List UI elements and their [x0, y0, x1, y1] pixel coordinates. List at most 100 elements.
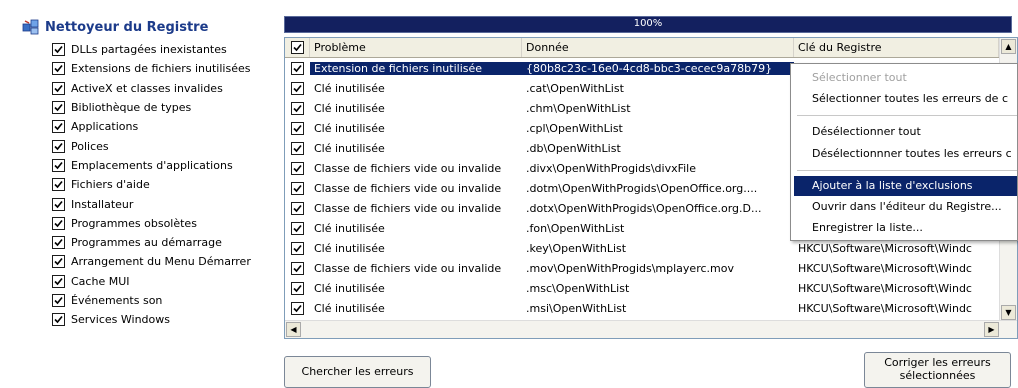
fix-errors-label-line2: sélectionnées: [899, 369, 976, 382]
cell-problem: Clé inutilisée: [314, 141, 385, 155]
table-row[interactable]: Clé inutilisée .msi\OpenWithList HKCU\Soft…: [285, 298, 1017, 318]
menu-item-add-exclusion[interactable]: Ajouter à la liste d'exclusions: [794, 176, 1017, 196]
select-all-header[interactable]: [285, 38, 310, 57]
category-item[interactable]: Installateur: [52, 194, 251, 213]
category-item[interactable]: Bibliothèque de types: [52, 98, 251, 117]
menu-item-save-list[interactable]: Enregistrer la liste...: [794, 218, 1017, 238]
category-checkbox[interactable]: [52, 158, 65, 172]
context-menu: Sélectionner tout Sélectionner toutes le…: [790, 63, 1018, 241]
category-item[interactable]: ActiveX et classes invalides: [52, 79, 251, 98]
category-checkbox[interactable]: [52, 101, 65, 115]
table-row[interactable]: Classe de fichiers vide ou invalide .mov\…: [285, 258, 1017, 278]
scroll-left-icon[interactable]: ◀: [286, 322, 301, 337]
row-checkbox[interactable]: [291, 81, 304, 95]
menu-item-deselect-all-errors[interactable]: Désélectionnner toutes les erreurs c: [794, 144, 1017, 164]
scroll-right-icon[interactable]: ▶: [984, 322, 999, 337]
row-checkbox[interactable]: [291, 181, 304, 195]
cell-problem: Clé inutilisée: [314, 121, 385, 135]
menu-item-select-all-errors[interactable]: Sélectionner toutes les erreurs de c: [794, 89, 1017, 109]
cell-data: .dotx\OpenWithProgids\OpenOffice.org.D..…: [526, 201, 762, 215]
category-checkbox[interactable]: [52, 43, 65, 57]
category-item[interactable]: Cache MUI: [52, 272, 251, 291]
category-item[interactable]: Arrangement du Menu Démarrer: [52, 252, 251, 271]
category-label: Arrangement du Menu Démarrer: [71, 255, 251, 269]
row-checkbox[interactable]: [291, 101, 304, 115]
category-label: Programmes obsolètes: [71, 216, 197, 230]
row-checkbox[interactable]: [291, 141, 304, 155]
column-header-data[interactable]: Donnée: [522, 38, 794, 57]
category-label: Bibliothèque de types: [71, 101, 192, 115]
cell-data: .divx\OpenWithProgids\divxFile: [526, 161, 696, 175]
row-checkbox[interactable]: [291, 221, 304, 235]
table-row[interactable]: Clé inutilisée .key\OpenWithList HKCU\Soft…: [285, 238, 1017, 258]
row-select-cell: [285, 301, 310, 315]
fix-errors-button[interactable]: Corriger les erreurs sélectionnées: [864, 352, 1011, 388]
scroll-down-icon[interactable]: ▼: [1001, 305, 1016, 320]
scan-errors-button[interactable]: Chercher les erreurs: [284, 356, 431, 388]
category-item[interactable]: Applications: [52, 117, 251, 136]
row-checkbox[interactable]: [291, 61, 304, 75]
row-checkbox[interactable]: [291, 301, 304, 315]
row-checkbox[interactable]: [291, 261, 304, 275]
row-select-cell: [285, 281, 310, 295]
category-item[interactable]: DLLs partagées inexistantes: [52, 40, 251, 59]
row-checkbox[interactable]: [291, 281, 304, 295]
fix-errors-label-line1: Corriger les erreurs: [884, 356, 991, 369]
category-item[interactable]: Polices: [52, 136, 251, 155]
row-select-cell: [285, 161, 310, 175]
category-checkbox[interactable]: [52, 62, 65, 76]
column-header-registry-key[interactable]: Clé du Registre: [794, 38, 999, 57]
category-item[interactable]: Programmes obsolètes: [52, 214, 251, 233]
menu-item-deselect-all[interactable]: Désélectionner tout: [794, 122, 1017, 142]
category-checkbox[interactable]: [52, 294, 65, 307]
category-checkbox[interactable]: [52, 313, 65, 327]
category-checkbox[interactable]: [52, 274, 65, 288]
category-checkbox[interactable]: [52, 216, 65, 230]
cell-registry-key: HKCU\Software\Microsoft\Windc: [798, 281, 972, 295]
row-select-cell: [285, 201, 310, 215]
category-label: DLLs partagées inexistantes: [71, 43, 227, 57]
table-row[interactable]: Clé inutilisée .msc\OpenWithList HKCU\Soft…: [285, 278, 1017, 298]
category-checkbox[interactable]: [52, 139, 65, 153]
menu-item-select-all[interactable]: Sélectionner tout: [794, 68, 1017, 88]
cell-problem: Classe de fichiers vide ou invalide: [314, 261, 502, 275]
cell-problem: Clé inutilisée: [314, 301, 385, 315]
tree-root[interactable]: Nettoyeur du Registre: [22, 18, 208, 36]
row-checkbox[interactable]: [291, 121, 304, 135]
category-checkbox[interactable]: [52, 236, 65, 250]
menu-item-open-regedit[interactable]: Ouvrir dans l'éditeur du Registre...: [794, 197, 1017, 217]
row-select-cell: [285, 61, 310, 75]
progress-label: 100%: [633, 18, 663, 29]
cell-data: .msc\OpenWithList: [526, 281, 630, 295]
category-label: Services Windows: [71, 313, 170, 327]
category-item[interactable]: Emplacements d'applications: [52, 156, 251, 175]
cell-data: .msi\OpenWithList: [526, 301, 627, 315]
row-checkbox[interactable]: [291, 241, 304, 255]
cell-data: .db\OpenWithList: [526, 141, 621, 155]
category-checkbox[interactable]: [52, 178, 65, 192]
column-header-problem[interactable]: Problème: [310, 38, 522, 57]
cell-data: .cat\OpenWithList: [526, 81, 624, 95]
category-checkbox[interactable]: [52, 255, 65, 269]
row-checkbox[interactable]: [291, 201, 304, 215]
category-item[interactable]: Événements son: [52, 291, 251, 310]
menu-separator: [797, 115, 1017, 116]
row-select-cell: [285, 261, 310, 275]
category-checkbox[interactable]: [52, 81, 65, 95]
category-item[interactable]: Programmes au démarrage: [52, 233, 251, 252]
category-checkbox[interactable]: [52, 197, 65, 211]
cell-data: .dotm\OpenWithProgids\OpenOffice.org....: [526, 181, 758, 195]
registry-categories-panel: Nettoyeur du Registre DLLs partagées ine…: [0, 0, 280, 385]
category-item[interactable]: Extensions de fichiers inutilisées: [52, 59, 251, 78]
category-checkbox[interactable]: [52, 120, 65, 134]
horizontal-scrollbar[interactable]: ◀ ▶: [285, 320, 1017, 338]
category-item[interactable]: Services Windows: [52, 310, 251, 329]
row-checkbox[interactable]: [291, 161, 304, 175]
header-checkbox[interactable]: [290, 41, 304, 54]
cell-problem: Clé inutilisée: [314, 101, 385, 115]
category-item[interactable]: Fichiers d'aide: [52, 175, 251, 194]
cell-problem: Clé inutilisée: [314, 281, 385, 295]
category-label: Programmes au démarrage: [71, 236, 222, 250]
scroll-up-icon[interactable]: ▲: [1001, 39, 1016, 54]
cell-data: .chm\OpenWithList: [526, 101, 631, 115]
